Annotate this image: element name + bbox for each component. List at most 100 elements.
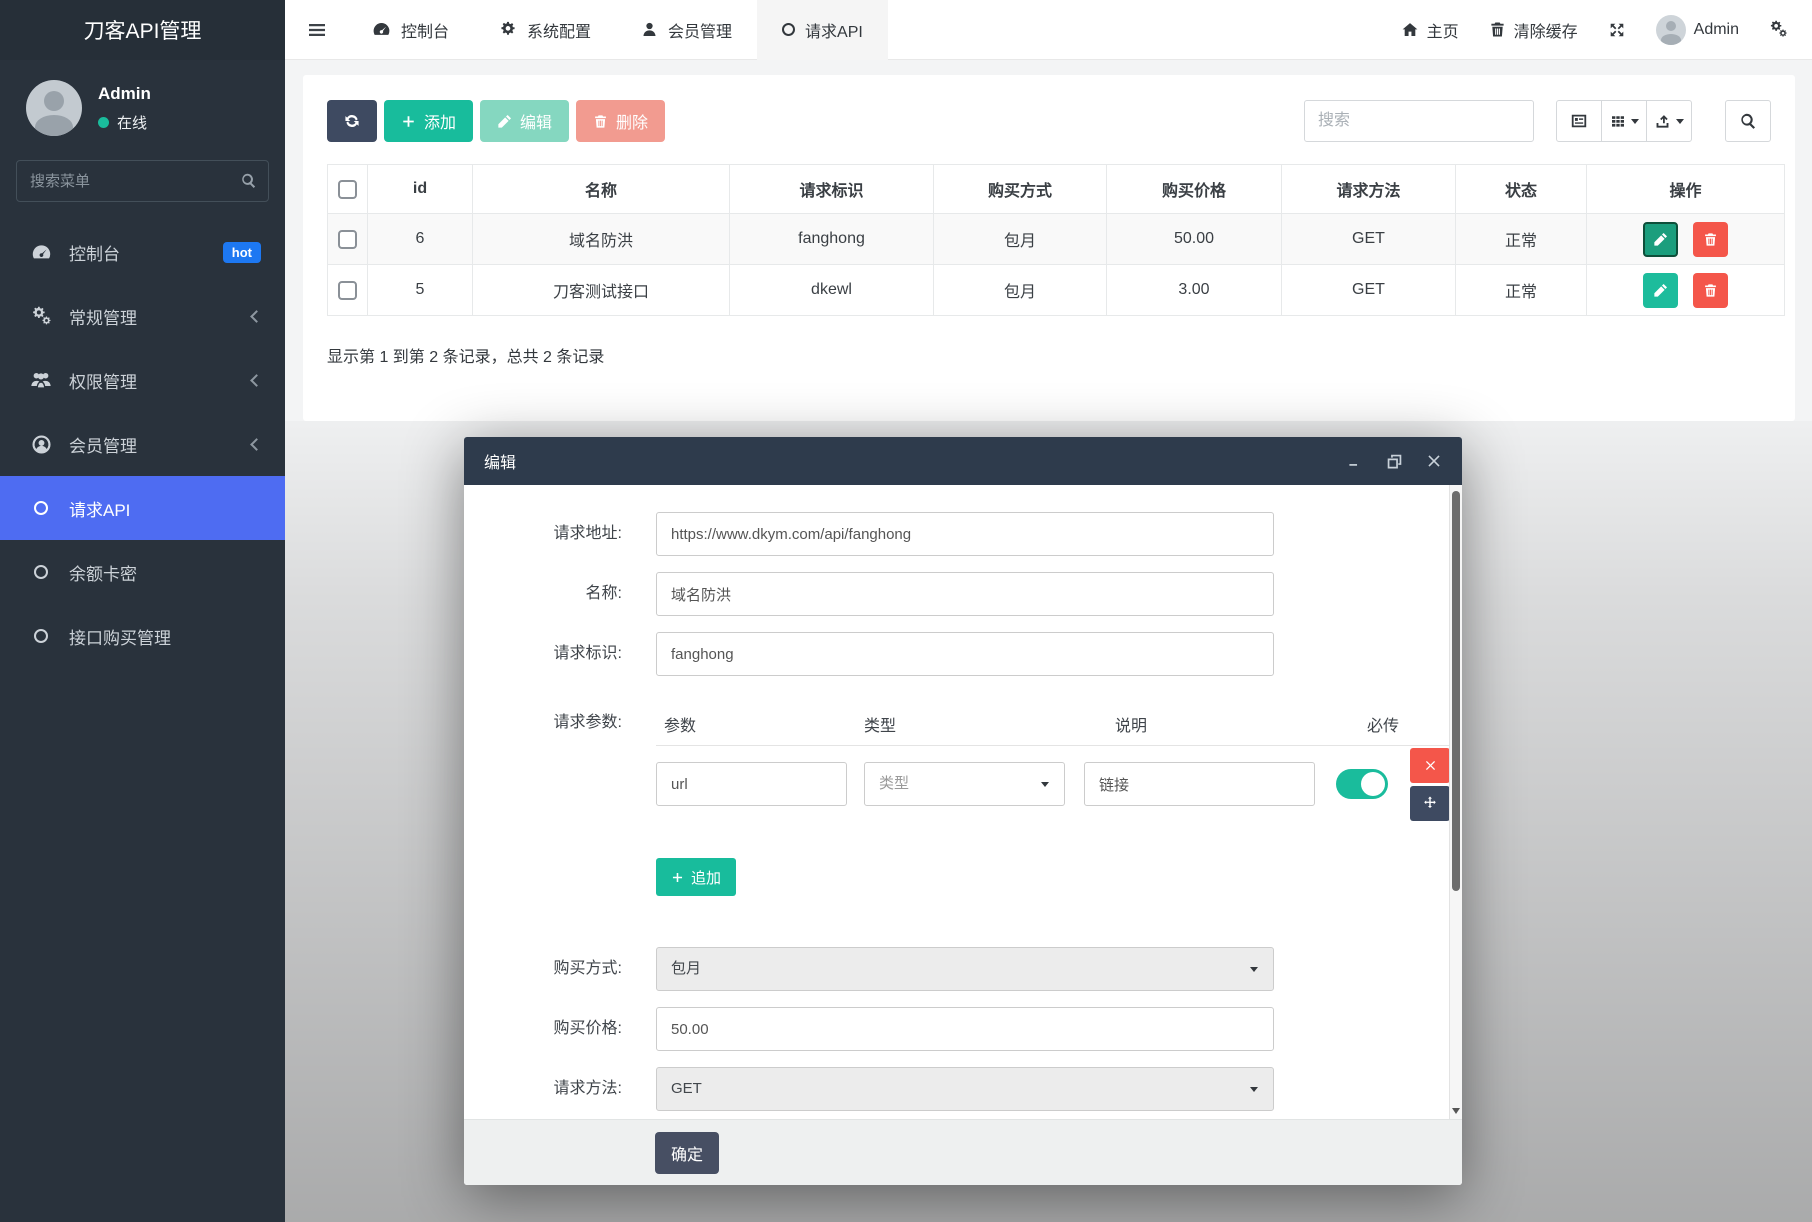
clear-cache-link[interactable]: 清除缓存 [1489, 18, 1578, 42]
cell-buy-type: 包月 [934, 214, 1107, 265]
cell-name: 域名防洪 [473, 214, 730, 265]
row-checkbox[interactable] [338, 230, 357, 249]
scrollbar-down-arrow[interactable] [1452, 1108, 1460, 1114]
sidebar-item-dashboard[interactable]: 控制台 hot [0, 220, 285, 284]
confirm-button[interactable]: 确定 [655, 1132, 719, 1174]
param-row: 类型 [656, 762, 1450, 806]
param-drag-handle[interactable] [1410, 786, 1450, 821]
sidebar-item-member-management[interactable]: 会员管理 [0, 412, 285, 476]
scrollbar-thumb[interactable] [1452, 491, 1460, 891]
param-remove-button[interactable] [1410, 748, 1450, 783]
dialog-body: 请求地址: 名称: 请求标识: 请求参数: 参数 类型 说明 必传 [464, 485, 1462, 1119]
sidebar: 刀客API管理 Admin 在线 控制台 hot 常规管理 权限管理 [0, 0, 285, 1222]
minimize-button[interactable] [1346, 453, 1363, 470]
column-header-price[interactable]: 购买价格 [1107, 165, 1282, 214]
delete-button[interactable]: 删除 [576, 100, 665, 142]
cell-id: 5 [368, 265, 473, 316]
settings-button[interactable] [1769, 20, 1788, 39]
sidebar-menu: 控制台 hot 常规管理 权限管理 会员管理 请求API 余额卡密 接 [0, 220, 285, 668]
dialog-footer: 确定 [464, 1119, 1462, 1185]
chevron-left-icon [250, 310, 263, 323]
sidebar-item-api-purchase-management[interactable]: 接口购买管理 [0, 604, 285, 668]
maximize-button[interactable] [1386, 453, 1403, 470]
columns-button[interactable] [1601, 100, 1647, 142]
user-avatar [26, 80, 82, 136]
circle-o-icon [782, 23, 795, 36]
online-status-label: 在线 [117, 112, 147, 133]
circle-o-icon [30, 565, 52, 579]
close-button[interactable] [1426, 453, 1442, 469]
gauge-icon [30, 242, 52, 263]
buy-type-label: 购买方式: [464, 947, 622, 991]
search-button[interactable] [1725, 100, 1771, 142]
navbar-user-menu[interactable]: Admin [1656, 15, 1739, 45]
online-status-dot [98, 117, 109, 128]
column-header-name[interactable]: 名称 [473, 165, 730, 214]
chevron-left-icon [250, 374, 263, 387]
fullscreen-button[interactable] [1608, 21, 1626, 39]
gauge-icon [372, 20, 391, 39]
tab-dashboard[interactable]: 控制台 [347, 0, 474, 60]
sidebar-item-general-management[interactable]: 常规管理 [0, 284, 285, 348]
column-header-actions[interactable]: 操作 [1587, 165, 1785, 214]
home-icon [1401, 21, 1419, 39]
table-row[interactable]: 5 刀客测试接口 dkewl 包月 3.00 GET 正常 [328, 265, 1785, 316]
row-edit-button[interactable] [1643, 273, 1678, 308]
table-search-input[interactable] [1304, 100, 1534, 142]
name-input[interactable] [656, 572, 1274, 616]
row-edit-button[interactable] [1643, 222, 1678, 257]
row-checkbox[interactable] [338, 281, 357, 300]
method-label: 请求方法: [464, 1067, 622, 1111]
price-input[interactable] [656, 1007, 1274, 1051]
pagination-summary: 显示第 1 到第 2 条记录，总共 2 条记录 [327, 343, 1771, 367]
param-type-select[interactable]: 类型 [864, 762, 1065, 806]
param-required-toggle[interactable] [1336, 769, 1388, 799]
export-button[interactable] [1646, 100, 1692, 142]
column-header-buy-type[interactable]: 购买方式 [934, 165, 1107, 214]
flag-input[interactable] [656, 632, 1274, 676]
column-header-flag[interactable]: 请求标识 [730, 165, 934, 214]
append-param-button[interactable]: 追加 [656, 858, 736, 896]
hot-badge: hot [223, 242, 261, 263]
sidebar-menu-search-input[interactable] [16, 160, 269, 202]
sidebar-item-label: 会员管理 [69, 432, 137, 457]
dialog-titlebar[interactable]: 编辑 [464, 437, 1462, 485]
column-header-id[interactable]: id [368, 165, 473, 214]
sidebar-item-balance-cards[interactable]: 余额卡密 [0, 540, 285, 604]
buy-type-select[interactable]: 包月 [656, 947, 1274, 991]
expand-icon [1608, 21, 1626, 39]
add-button[interactable]: 添加 [384, 100, 473, 142]
chevron-down-icon [1250, 967, 1258, 972]
param-name-input[interactable] [656, 762, 847, 806]
chevron-down-icon [1250, 1087, 1258, 1092]
select-all-checkbox[interactable] [338, 180, 357, 199]
tab-label: 会员管理 [668, 18, 732, 42]
row-delete-button[interactable] [1693, 273, 1728, 308]
table-row[interactable]: 6 域名防洪 fanghong 包月 50.00 GET 正常 [328, 214, 1785, 265]
tab-request-api[interactable]: 请求API [757, 0, 888, 60]
row-delete-button[interactable] [1693, 222, 1728, 257]
cell-flag: dkewl [730, 265, 934, 316]
menu-toggle-button[interactable] [285, 0, 347, 60]
dialog-scrollbar[interactable] [1449, 485, 1462, 1119]
toggle-view-button[interactable] [1556, 100, 1602, 142]
refresh-button[interactable] [327, 100, 377, 142]
column-header-method[interactable]: 请求方法 [1282, 165, 1456, 214]
cogs-icon [30, 306, 52, 327]
column-header-status[interactable]: 状态 [1456, 165, 1587, 214]
sidebar-item-request-api[interactable]: 请求API [0, 476, 285, 540]
cell-method: GET [1282, 265, 1456, 316]
request-url-input[interactable] [656, 512, 1274, 556]
desc-col-header: 说明 [1115, 712, 1346, 745]
sidebar-item-permission-management[interactable]: 权限管理 [0, 348, 285, 412]
cogs-icon [1769, 20, 1788, 39]
user-circle-icon [30, 434, 52, 455]
method-select[interactable]: GET [656, 1067, 1274, 1111]
home-link[interactable]: 主页 [1401, 18, 1459, 42]
param-desc-input[interactable] [1084, 762, 1315, 806]
tab-system-config[interactable]: 系统配置 [474, 0, 616, 60]
tab-member-management[interactable]: 会员管理 [616, 0, 757, 60]
sidebar-item-label: 接口购买管理 [69, 624, 171, 649]
flag-label: 请求标识: [464, 632, 622, 676]
edit-button[interactable]: 编辑 [480, 100, 569, 142]
